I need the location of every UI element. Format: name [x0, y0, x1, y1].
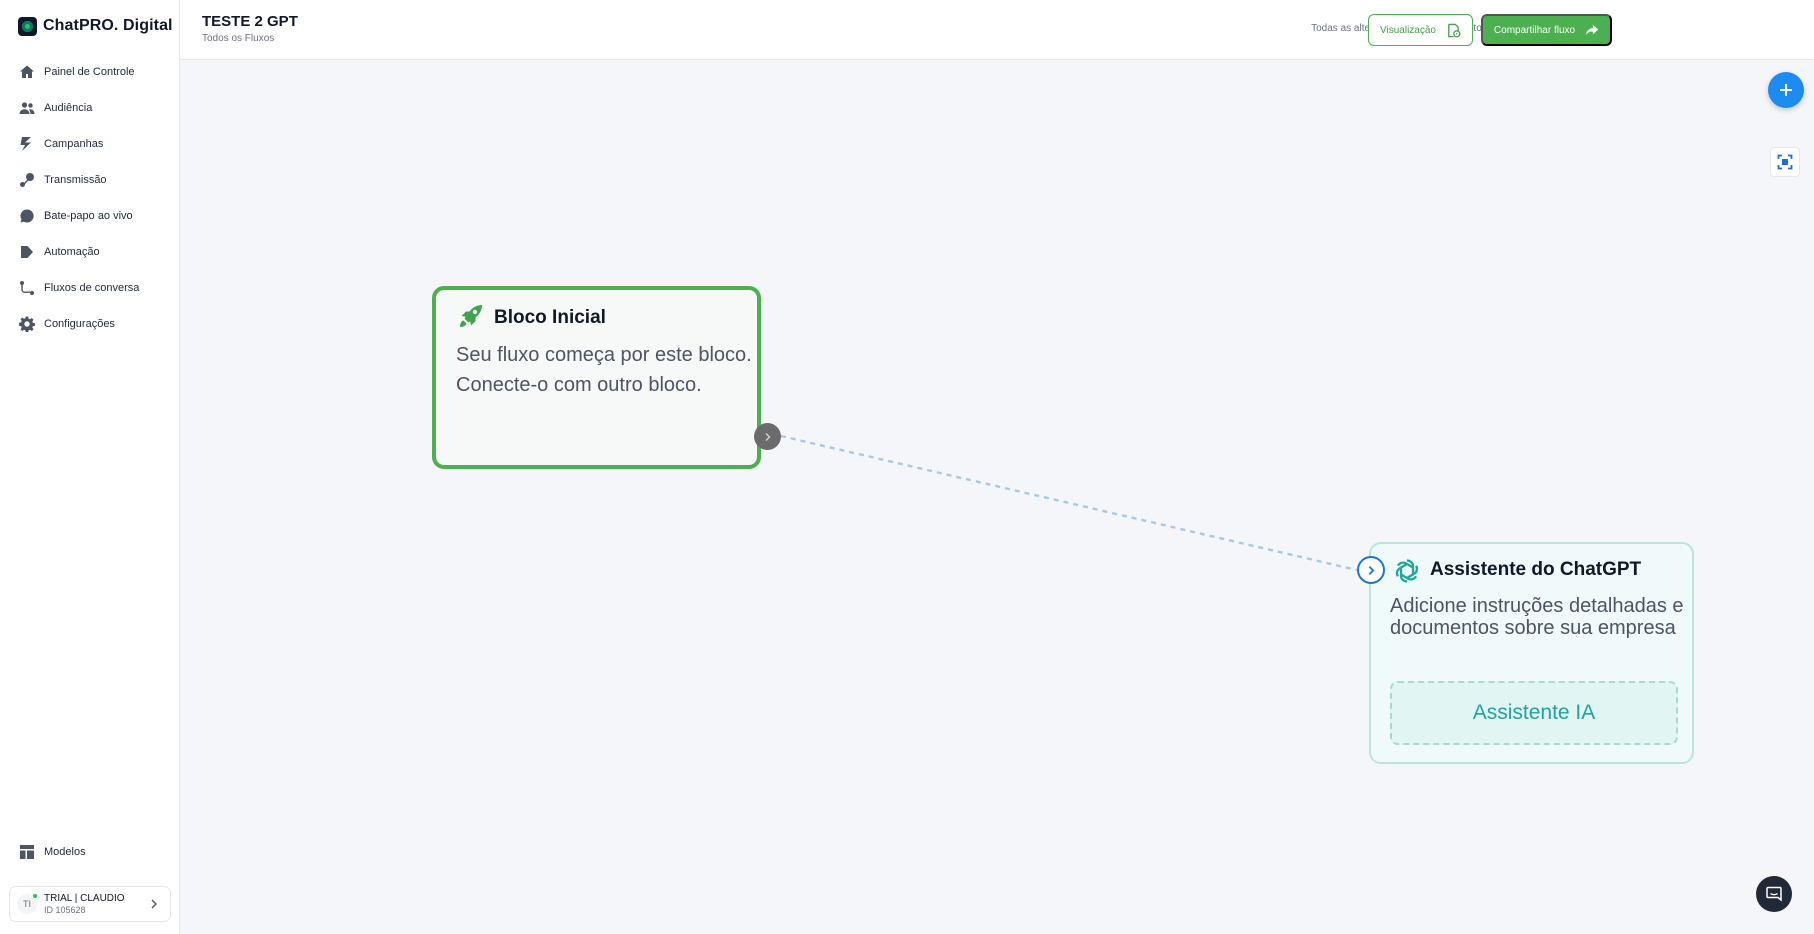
share-icon	[1585, 24, 1599, 35]
chatgpt-block-description: Adicione instruções detalhadas e documen…	[1390, 595, 1684, 639]
chatgpt-logo-icon	[1395, 559, 1419, 583]
preview-button[interactable]: Visualização	[1368, 14, 1473, 46]
sidebar-item-flows[interactable]: Fluxos de conversa	[0, 270, 179, 306]
account-name: TRIAL | CLAUDIO	[44, 893, 125, 905]
sidebar-item-live-chat[interactable]: Bate-papo ao vivo	[0, 198, 179, 234]
sidebar-item-audience[interactable]: Audiência	[0, 90, 179, 126]
account-switcher[interactable]: TI TRIAL | CLAUDIO ID 105628	[9, 886, 171, 922]
chat-icon	[19, 208, 35, 224]
fit-view-button[interactable]	[1770, 147, 1800, 177]
gear-icon	[19, 316, 35, 332]
start-block[interactable]: Bloco Inicial Seu fluxo começa por este …	[432, 286, 761, 469]
home-icon	[19, 64, 35, 80]
plus-icon	[1780, 84, 1792, 96]
start-block-title: Bloco Inicial	[494, 307, 606, 328]
preview-icon	[1448, 23, 1461, 37]
sidebar-item-label: Transmissão	[44, 174, 107, 186]
fullscreen-icon	[1777, 154, 1793, 170]
sidebar-item-label: Campanhas	[44, 138, 104, 150]
avatar: TI	[17, 893, 38, 914]
users-icon	[19, 100, 35, 116]
chevron-right-icon	[764, 432, 771, 441]
start-block-description: Seu fluxo começa por este bloco. Conecte…	[456, 344, 752, 396]
sidebar-item-campaigns[interactable]: Campanhas	[0, 126, 179, 162]
sidebar-item-broadcast[interactable]: Transmissão	[0, 162, 179, 198]
add-block-button[interactable]	[1768, 72, 1804, 108]
input-connector[interactable]	[1357, 556, 1385, 584]
sidebar: ChatPRO. Digital Painel de Controle Audi…	[0, 0, 180, 934]
output-connector[interactable]	[754, 423, 781, 450]
chevron-right-icon	[151, 899, 157, 909]
flow-canvas[interactable]	[180, 61, 1814, 934]
templates-icon	[19, 844, 35, 860]
brand-name: ChatPRO. Digital	[43, 17, 173, 34]
sidebar-item-label: Painel de Controle	[44, 66, 135, 78]
ai-assistant-button[interactable]: Assistente IA	[1390, 681, 1678, 745]
sidebar-item-label: Automação	[44, 246, 100, 258]
flow-icon	[19, 280, 35, 296]
chatgpt-assistant-block[interactable]: Assistente do ChatGPT Adicione instruçõe…	[1369, 542, 1694, 764]
chat-icon	[1766, 886, 1782, 902]
sidebar-item-label: Bate-papo ao vivo	[44, 210, 133, 222]
chevron-right-icon	[1368, 565, 1374, 575]
support-chat-button[interactable]	[1756, 876, 1792, 912]
sidebar-item-label: Fluxos de conversa	[44, 282, 140, 294]
account-id: ID 105628	[44, 904, 86, 915]
sidebar-item-dashboard[interactable]: Painel de Controle	[0, 54, 179, 90]
page-title[interactable]: TESTE 2 GPT	[202, 13, 298, 30]
sidebar-item-models[interactable]: Modelos	[0, 834, 179, 870]
chatgpt-block-title: Assistente do ChatGPT	[1430, 559, 1642, 580]
campaign-icon	[19, 136, 35, 152]
avatar-initials: TI	[23, 899, 31, 909]
share-button-label: Compartilhar fluxo	[1493, 24, 1576, 36]
broadcast-icon	[19, 172, 35, 188]
sidebar-nav: Painel de Controle Audiência Campanhas T…	[0, 54, 179, 342]
sidebar-item-settings[interactable]: Configurações	[0, 306, 179, 342]
sidebar-item-label: Configurações	[44, 318, 115, 330]
sidebar-item-label: Audiência	[44, 102, 93, 114]
rocket-icon	[460, 305, 482, 327]
breadcrumb[interactable]: Todos os Fluxos	[202, 33, 274, 44]
sidebar-item-label: Modelos	[44, 846, 86, 858]
sidebar-item-automation[interactable]: Automação	[0, 234, 179, 270]
online-status-dot	[32, 893, 38, 899]
brand[interactable]: ChatPRO. Digital	[18, 14, 173, 38]
share-flow-button[interactable]: Compartilhar fluxo	[1481, 14, 1612, 46]
preview-button-label: Visualização	[1380, 24, 1436, 36]
brand-logo-icon	[18, 16, 37, 36]
automation-icon	[19, 244, 35, 260]
